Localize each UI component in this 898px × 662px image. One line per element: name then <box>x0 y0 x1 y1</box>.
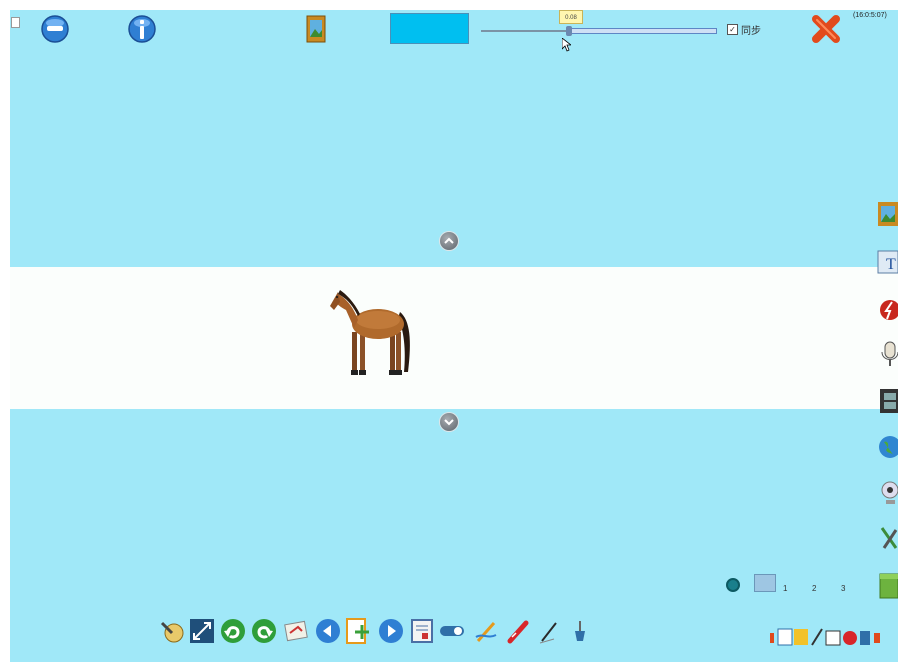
insert-audio-tool[interactable] <box>876 338 898 368</box>
insert-picture-button[interactable] <box>305 14 327 44</box>
toggle-icon <box>440 626 464 636</box>
marker-tool[interactable] <box>504 617 532 645</box>
zoom-slider[interactable] <box>481 28 717 34</box>
add-page-icon <box>346 618 369 644</box>
back-icon <box>41 15 69 43</box>
microphone-icon <box>881 341 898 366</box>
webcam-icon <box>881 481 898 504</box>
move-tool[interactable] <box>188 617 216 645</box>
scroll-down-button[interactable] <box>440 413 458 431</box>
flash-icon <box>880 300 898 320</box>
slider-fill <box>569 28 717 34</box>
chevron-up-icon <box>444 237 454 244</box>
insert-flash-tool[interactable] <box>876 295 898 325</box>
page-number-2[interactable]: 2 <box>812 584 816 593</box>
eraser-tool[interactable] <box>282 617 310 645</box>
chevron-down-icon <box>444 419 454 426</box>
film-icon <box>880 389 898 413</box>
page-indicator <box>11 17 20 28</box>
close-button[interactable] <box>809 12 843 46</box>
globe-icon <box>879 436 898 458</box>
insert-text-tool[interactable]: T <box>876 245 898 275</box>
tools-icon <box>880 527 898 549</box>
scroll-up-button[interactable] <box>440 232 458 250</box>
toggle-tool[interactable] <box>438 617 466 645</box>
info-icon <box>128 15 156 43</box>
marker-icon <box>507 620 529 644</box>
next-page-button[interactable] <box>377 617 405 645</box>
clock-text: (16:0:5:07) <box>853 12 887 19</box>
add-page-button[interactable] <box>344 617 372 645</box>
sync-label: 同步 <box>741 26 761 37</box>
horse-picture <box>330 290 410 375</box>
info-button[interactable] <box>128 14 156 44</box>
mini-toolbar[interactable] <box>770 627 884 647</box>
page-number-3[interactable]: 3 <box>841 584 845 593</box>
picture-icon <box>878 202 898 226</box>
color-swatch[interactable] <box>390 13 469 44</box>
pencil-icon <box>539 622 557 644</box>
back-button[interactable] <box>40 14 70 44</box>
highlighter-tool[interactable] <box>472 617 500 645</box>
resource-box-tool[interactable] <box>876 568 898 599</box>
slider-rail <box>481 30 571 32</box>
next-icon <box>379 619 403 643</box>
pencil-tool[interactable] <box>536 617 564 645</box>
insert-web-tool[interactable] <box>876 432 898 462</box>
move-icon <box>190 619 214 643</box>
box-icon <box>879 573 898 599</box>
page-thumbnail[interactable] <box>754 574 776 592</box>
highlighter-icon <box>475 622 497 642</box>
sync-checkbox[interactable]: ✓ 同步 <box>727 22 761 37</box>
undo-button[interactable] <box>219 617 247 645</box>
book-icon <box>411 619 433 643</box>
brush-icon <box>575 621 585 641</box>
mouse-cursor <box>561 37 573 57</box>
eraser-icon <box>284 620 308 642</box>
webcam-tool[interactable] <box>876 478 898 508</box>
redo-button[interactable] <box>250 617 278 645</box>
checkbox-box[interactable]: ✓ <box>727 24 738 35</box>
undo-icon <box>221 619 245 643</box>
horse-image[interactable] <box>328 280 418 380</box>
slider-handle[interactable] <box>566 26 572 36</box>
page-number-1[interactable]: 1 <box>783 584 787 593</box>
pen-icon <box>160 621 184 643</box>
svg-text:T: T <box>886 256 896 273</box>
close-icon <box>812 15 840 43</box>
insert-picture-tool[interactable] <box>876 198 898 228</box>
page-record-button[interactable] <box>726 578 740 592</box>
text-icon: T <box>877 250 898 274</box>
tools-tool[interactable] <box>876 522 898 552</box>
book-tool[interactable] <box>408 617 436 645</box>
picture-icon <box>306 15 326 43</box>
redo-icon <box>252 619 276 643</box>
content-band <box>10 267 898 409</box>
mini-toolbar-icons <box>770 628 880 646</box>
brush-tool[interactable] <box>566 617 594 645</box>
previous-page-button[interactable] <box>314 617 342 645</box>
prev-icon <box>316 619 340 643</box>
slider-tooltip: 0.08 <box>559 10 583 24</box>
insert-video-tool[interactable] <box>876 385 898 415</box>
pen-tool[interactable] <box>158 617 186 645</box>
